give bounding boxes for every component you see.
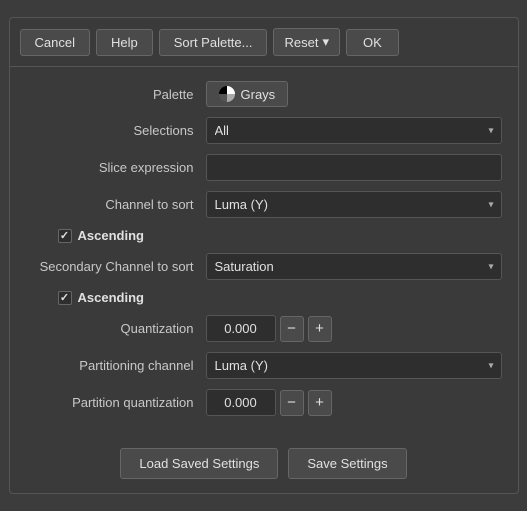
secondary-channel-label: Secondary Channel to sort	[26, 259, 206, 274]
partitioning-channel-select[interactable]: Luma (Y) Saturation Hue Red Green Blue	[206, 352, 502, 379]
save-settings-button[interactable]: Save Settings	[288, 448, 406, 479]
partitioning-channel-wrapper: Luma (Y) Saturation Hue Red Green Blue ▾	[206, 352, 502, 379]
ascending1-checkbox[interactable]	[58, 229, 72, 243]
ascending2-row: Ascending	[26, 290, 502, 305]
secondary-channel-wrapper: Saturation Luma (Y) Hue Red Green Blue ▾	[206, 253, 502, 280]
selections-select-wrapper: All Selection None ▾	[206, 117, 502, 144]
reset-label: Reset	[284, 35, 318, 50]
partition-quantization-decrement-button[interactable]: −	[280, 390, 304, 416]
palette-row: Palette Grays	[26, 81, 502, 107]
channel-to-sort-row: Channel to sort Luma (Y) Saturation Hue …	[26, 191, 502, 218]
toolbar: Cancel Help Sort Palette... Reset ▾ OK	[10, 18, 518, 67]
selections-label: Selections	[26, 123, 206, 138]
ascending1-text: Ascending	[78, 228, 144, 243]
quantization-row: Quantization − +	[26, 315, 502, 342]
quantization-label: Quantization	[26, 321, 206, 336]
ascending1-row: Ascending	[26, 228, 502, 243]
palette-icon	[219, 86, 235, 102]
palette-button[interactable]: Grays	[206, 81, 289, 107]
partition-quantization-input[interactable]	[206, 389, 276, 416]
selections-select[interactable]: All Selection None	[206, 117, 502, 144]
form-content: Palette Grays Selections All Selection N…	[10, 67, 518, 440]
reset-arrow-icon: ▾	[322, 34, 329, 50]
ascending2-checkbox[interactable]	[58, 291, 72, 305]
cancel-button[interactable]: Cancel	[20, 29, 90, 56]
ascending2-label[interactable]: Ascending	[58, 290, 144, 305]
channel-to-sort-wrapper: Luma (Y) Saturation Hue Red Green Blue ▾	[206, 191, 502, 218]
sort-palette-button[interactable]: Sort Palette...	[159, 29, 268, 56]
quantization-decrement-button[interactable]: −	[280, 316, 304, 342]
partition-quantization-input-group: − +	[206, 389, 332, 416]
partition-quantization-increment-button[interactable]: +	[308, 390, 332, 416]
ok-button[interactable]: OK	[346, 29, 399, 56]
load-saved-settings-button[interactable]: Load Saved Settings	[120, 448, 278, 479]
partition-quantization-label: Partition quantization	[26, 395, 206, 410]
quantization-increment-button[interactable]: +	[308, 316, 332, 342]
slice-expression-label: Slice expression	[26, 160, 206, 175]
quantization-input-group: − +	[206, 315, 332, 342]
palette-label: Palette	[26, 87, 206, 102]
palette-value: Grays	[241, 87, 276, 102]
partitioning-channel-label: Partitioning channel	[26, 358, 206, 373]
channel-to-sort-label: Channel to sort	[26, 197, 206, 212]
help-button[interactable]: Help	[96, 29, 153, 56]
partition-quantization-row: Partition quantization − +	[26, 389, 502, 416]
ascending1-label[interactable]: Ascending	[58, 228, 144, 243]
selections-row: Selections All Selection None ▾	[26, 117, 502, 144]
bottom-bar: Load Saved Settings Save Settings	[10, 440, 518, 493]
slice-expression-row: Slice expression	[26, 154, 502, 181]
dialog: Cancel Help Sort Palette... Reset ▾ OK P…	[9, 17, 519, 494]
ascending2-text: Ascending	[78, 290, 144, 305]
quantization-input[interactable]	[206, 315, 276, 342]
reset-button[interactable]: Reset ▾	[273, 28, 340, 56]
partitioning-channel-row: Partitioning channel Luma (Y) Saturation…	[26, 352, 502, 379]
slice-expression-input[interactable]	[206, 154, 502, 181]
secondary-channel-select[interactable]: Saturation Luma (Y) Hue Red Green Blue	[206, 253, 502, 280]
channel-to-sort-select[interactable]: Luma (Y) Saturation Hue Red Green Blue	[206, 191, 502, 218]
secondary-channel-row: Secondary Channel to sort Saturation Lum…	[26, 253, 502, 280]
